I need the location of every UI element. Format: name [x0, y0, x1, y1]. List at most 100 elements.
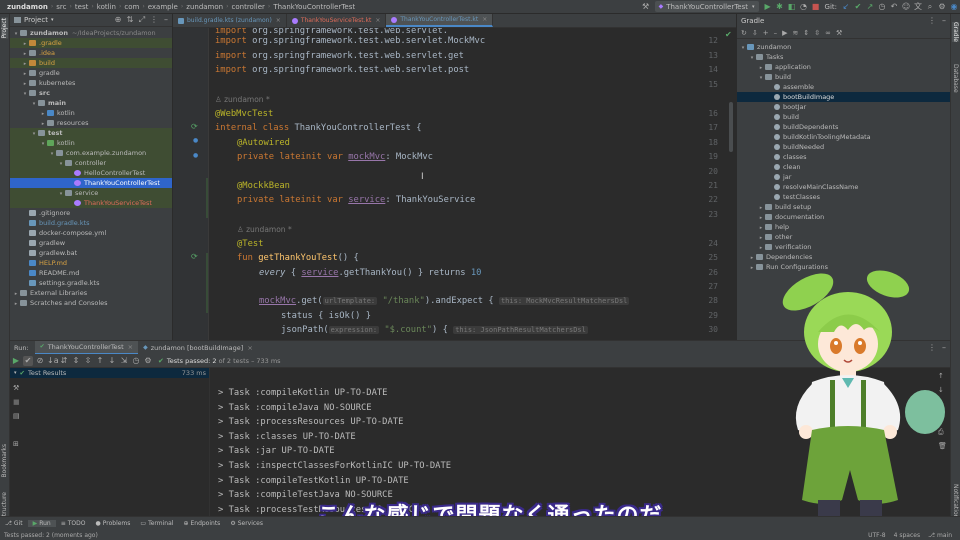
- wrench-icon[interactable]: ⚒: [836, 29, 842, 37]
- project-tree-item[interactable]: gradlew: [10, 238, 172, 248]
- layout-icon[interactable]: ▤: [13, 412, 20, 420]
- tool-window-button[interactable]: ▭ Terminal: [135, 520, 178, 527]
- collapse-all-icon[interactable]: ⇳: [814, 29, 820, 37]
- project-tree-item[interactable]: ▸ resources: [10, 118, 172, 128]
- user-icon[interactable]: ☺: [901, 2, 911, 12]
- tool-window-button[interactable]: ▶ Run: [27, 520, 56, 527]
- project-tree-item[interactable]: ▾ src: [10, 88, 172, 98]
- project-tree-item[interactable]: ▸ .idea: [10, 48, 172, 58]
- sort-icon[interactable]: ↓a: [47, 356, 59, 366]
- project-tree-item[interactable]: docker-compose.yml: [10, 228, 172, 238]
- project-tree-item[interactable]: ▾ kotlin: [10, 138, 172, 148]
- editor-tab[interactable]: build.gradle.kts (zundamon) ×: [173, 14, 287, 27]
- code-editor[interactable]: ⟳ ⟳ ● ● ✔ 12 13 14 15 16 17 18 19 20 21 22 23 24 25 26…: [173, 28, 736, 340]
- chevron-icon[interactable]: ▸: [12, 299, 20, 309]
- breadcrumb-item[interactable]: ThankYouControllerTest: [270, 3, 358, 11]
- minimize-icon[interactable]: –: [939, 16, 949, 26]
- project-tree-item[interactable]: ▾ zundamon ~/IdeaProjects/zundamon: [10, 28, 172, 38]
- toggle-offline-icon[interactable]: ≋: [793, 29, 799, 37]
- download-icon[interactable]: ⇩: [752, 29, 758, 37]
- git-branch[interactable]: main: [937, 532, 952, 539]
- chevron-down-icon[interactable]: ▾: [14, 370, 17, 376]
- project-tree-item[interactable]: settings.gradle.kts: [10, 278, 172, 288]
- test-results-row[interactable]: ▾ ✔ Test Results 733 ms: [10, 368, 209, 378]
- run-tab-1[interactable]: ◆ zundamon [bootBuildImage] ×: [138, 341, 258, 355]
- link-icon[interactable]: ∞: [825, 29, 831, 37]
- encoding-indicator[interactable]: UTF-8: [868, 532, 886, 539]
- minimize-icon[interactable]: –: [161, 15, 171, 25]
- close-icon[interactable]: ×: [128, 343, 133, 351]
- breadcrumb-item[interactable]: example: [145, 3, 181, 11]
- rollback-icon[interactable]: ↶: [889, 2, 899, 12]
- project-tree-item[interactable]: HelloControllerTest: [10, 168, 172, 178]
- run-test-icon[interactable]: ⟳: [191, 252, 198, 261]
- search-icon[interactable]: ⌕: [925, 2, 935, 12]
- settings-icon[interactable]: ⚙: [143, 356, 153, 366]
- project-tree-item[interactable]: .gitignore: [10, 208, 172, 218]
- locate-icon[interactable]: ⊕: [113, 15, 123, 25]
- close-icon[interactable]: ×: [247, 344, 252, 352]
- gradle-tree-item[interactable]: ▸ help: [737, 222, 950, 232]
- run-test-class-icon[interactable]: ⟳: [191, 122, 198, 131]
- scrollbar[interactable]: [729, 102, 733, 152]
- project-tree-item[interactable]: ▸ .gradle: [10, 38, 172, 48]
- debug-icon[interactable]: ✱: [775, 2, 785, 12]
- close-icon[interactable]: ×: [375, 17, 380, 24]
- project-panel-title[interactable]: Project: [24, 16, 48, 24]
- gradle-tree-item[interactable]: ▾ zundamon: [737, 42, 950, 52]
- expand-icon[interactable]: ⇕: [71, 356, 81, 366]
- prev-icon[interactable]: ↑: [95, 356, 105, 366]
- sort-duration-icon[interactable]: ⇵: [59, 356, 69, 366]
- gradle-tree-item[interactable]: ▸ verification: [737, 242, 950, 252]
- breadcrumb-item[interactable]: test: [72, 3, 91, 11]
- settings-icon[interactable]: ⚙: [937, 2, 947, 12]
- chevron-down-icon[interactable]: ▾: [51, 17, 54, 23]
- project-tree-item[interactable]: ThankYouServiceTest: [10, 198, 172, 208]
- gradle-tree-item[interactable]: ▸ application: [737, 62, 950, 72]
- tool-window-button[interactable]: ● Problems: [91, 520, 136, 527]
- options-icon[interactable]: ⋮: [927, 16, 937, 26]
- hammer-icon[interactable]: ⚒: [641, 2, 651, 12]
- chevron-icon[interactable]: ▸: [748, 263, 756, 273]
- gradle-tree-item[interactable]: buildNeeded: [737, 142, 950, 152]
- gradle-tree-item[interactable]: ▾ build: [737, 72, 950, 82]
- history-icon[interactable]: ◷: [131, 356, 141, 366]
- rerun-icon[interactable]: ▶: [11, 356, 21, 366]
- gradle-tree-item[interactable]: ▸ Dependencies: [737, 252, 950, 262]
- breadcrumb-item[interactable]: kotlin: [94, 3, 119, 11]
- close-icon[interactable]: ×: [482, 16, 487, 23]
- project-tree-item[interactable]: ▸ build: [10, 58, 172, 68]
- options-icon[interactable]: ⋮: [149, 15, 159, 25]
- gradle-tree-item[interactable]: clean: [737, 162, 950, 172]
- plugin-icon[interactable]: ◉: [949, 2, 959, 12]
- run-icon[interactable]: ▶: [763, 2, 773, 12]
- project-tool-tab[interactable]: Project: [1, 18, 8, 39]
- project-tree-item[interactable]: ThankYouControllerTest: [10, 178, 172, 188]
- git-push-icon[interactable]: ↗: [865, 2, 875, 12]
- project-tree-item[interactable]: README.md: [10, 268, 172, 278]
- pin-icon[interactable]: ⊞: [13, 440, 19, 448]
- add-icon[interactable]: +: [763, 29, 769, 37]
- wrench-icon[interactable]: ⚒: [13, 384, 19, 392]
- project-tree-item[interactable]: ▾ test: [10, 128, 172, 138]
- project-tree-item[interactable]: build.gradle.kts: [10, 218, 172, 228]
- status-message[interactable]: Tests passed: 2 (moments ago): [4, 532, 98, 539]
- stop-icon[interactable]: ■: [13, 398, 20, 406]
- next-icon[interactable]: ↓: [107, 356, 117, 366]
- run-config-selector[interactable]: ◆ ThankYouControllerTest ▾: [654, 1, 759, 12]
- tool-window-button[interactable]: ⎇ Git: [0, 520, 28, 527]
- tool-window-button[interactable]: ⚙ Services: [225, 520, 268, 527]
- project-tree-item[interactable]: ▸ kubernetes: [10, 78, 172, 88]
- project-tree-item[interactable]: ▾ main: [10, 98, 172, 108]
- translate-icon[interactable]: 文: [913, 2, 923, 12]
- project-tree-item[interactable]: ▾ service: [10, 188, 172, 198]
- project-tree-item[interactable]: ▸ kotlin: [10, 108, 172, 118]
- gradle-tree-item[interactable]: ▸ other: [737, 232, 950, 242]
- tool-window-button[interactable]: ≡ TODO: [56, 520, 91, 527]
- passed-filter-icon[interactable]: ✔: [23, 355, 33, 366]
- gradle-tree-item[interactable]: resolveMainClassName: [737, 182, 950, 192]
- breadcrumb-item[interactable]: zundamon: [4, 3, 51, 11]
- gradle-tree-item[interactable]: jar: [737, 172, 950, 182]
- remove-icon[interactable]: –: [774, 29, 778, 37]
- project-tree-item[interactable]: HELP.md: [10, 258, 172, 268]
